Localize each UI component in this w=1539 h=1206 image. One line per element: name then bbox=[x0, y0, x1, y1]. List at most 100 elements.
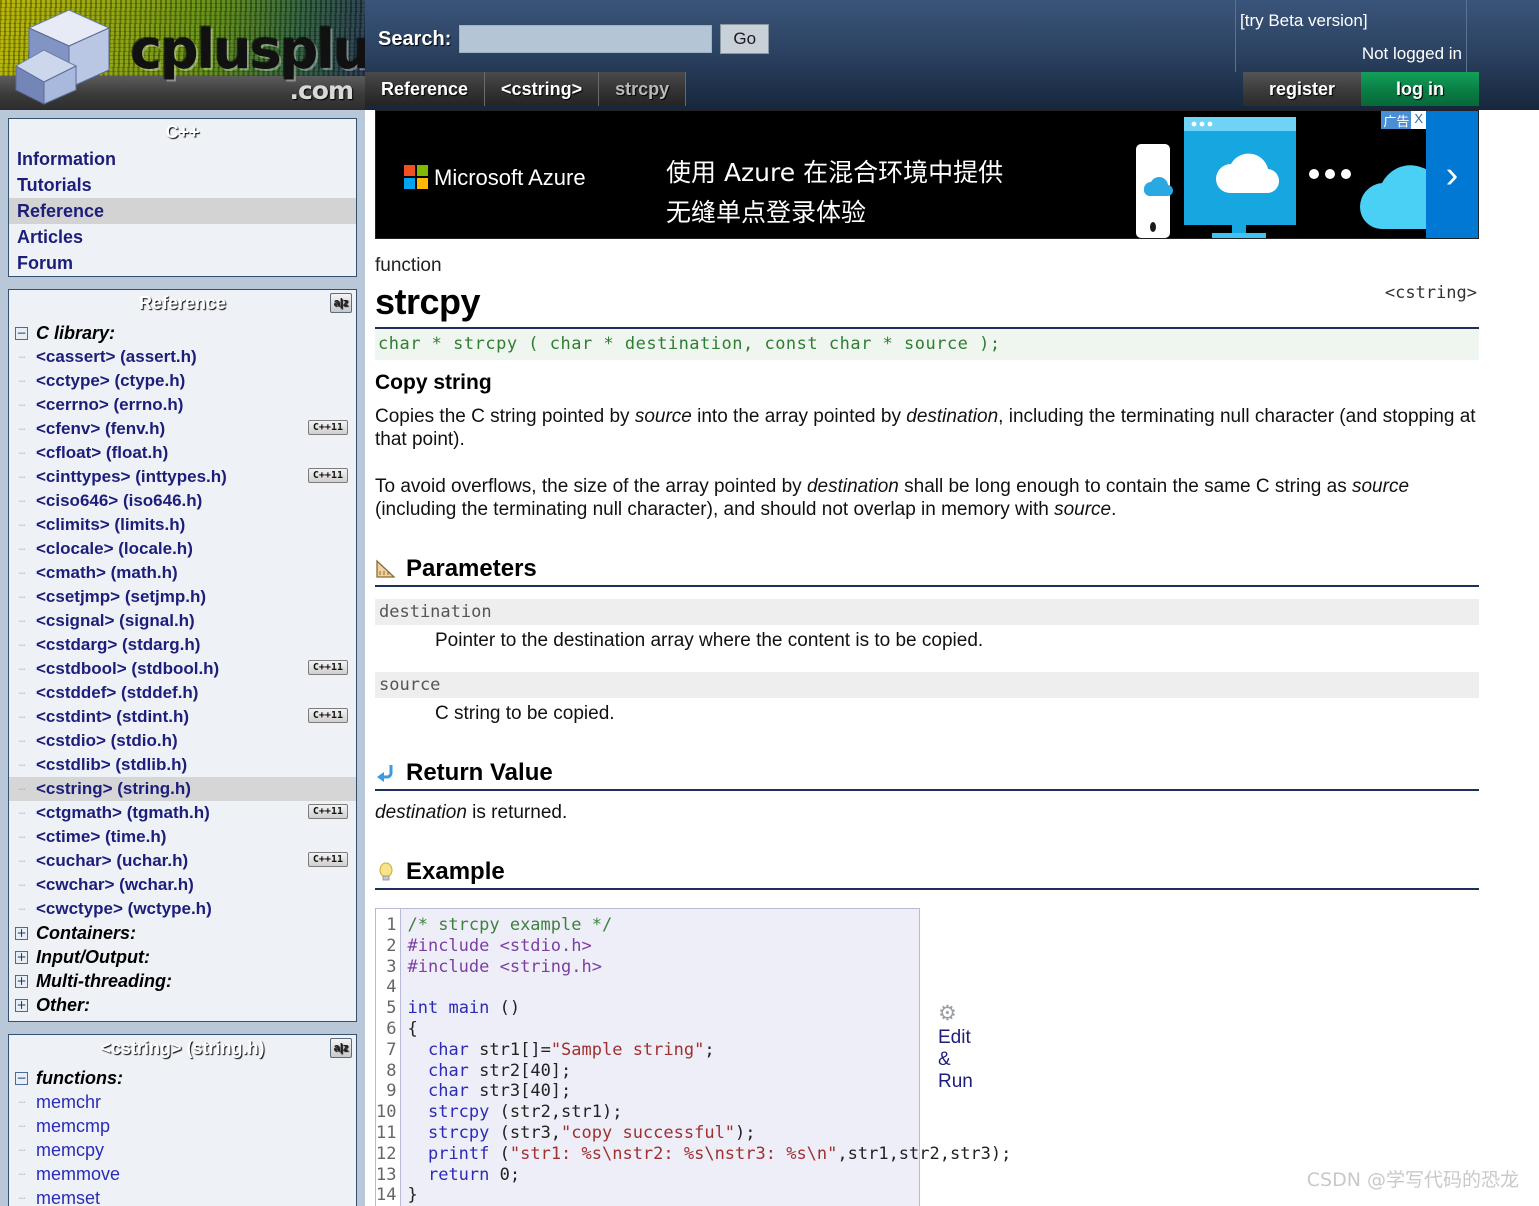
sidebar-item-information[interactable]: Information bbox=[9, 146, 356, 172]
breadcrumb-item-reference[interactable]: Reference bbox=[365, 72, 486, 106]
main-content: Microsoft Azure 使用 Azure 在混合环境中提供无缝单点登录体… bbox=[365, 110, 1539, 1206]
tree-item-function-memset[interactable]: ┈ memset bbox=[9, 1186, 356, 1206]
tree-item-header-14[interactable]: ┈ <cstddef> (stddef.h) bbox=[9, 681, 356, 705]
expand-icon[interactable]: + bbox=[15, 926, 28, 940]
sidebar-item-reference[interactable]: Reference bbox=[9, 198, 356, 224]
tree-item-header-7[interactable]: ┈ <climits> (limits.h) bbox=[9, 513, 356, 537]
beta-version-link[interactable]: [try Beta version] bbox=[1240, 11, 1368, 31]
tree-item-header-21[interactable]: ┈ <cuchar> (uchar.h) C++11 bbox=[9, 849, 356, 873]
code-example-block[interactable]: 1 2 3 4 5 6 7 8 9 10 11 12 13 14 /* strcpy example */… bbox=[375, 908, 1011, 1206]
tree-item-header-22[interactable]: ┈ <cwchar> (wchar.h) bbox=[9, 873, 356, 897]
tree-item-header-6[interactable]: ┈ <ciso646> (iso646.h) bbox=[9, 489, 356, 513]
cpp-nav-panel: C++ Information Tutorials Reference Arti… bbox=[8, 118, 357, 277]
breadcrumb-item-strcpy[interactable]: strcpy bbox=[599, 72, 687, 106]
tree-item-header-23[interactable]: ┈ <cwctype> (wctype.h) bbox=[9, 897, 356, 921]
edit-run-line-2: & bbox=[938, 1049, 951, 1070]
tree-group-inputoutput[interactable]: + Input/Output: bbox=[9, 945, 356, 969]
tree-item-header-12[interactable]: ┈ <cstdarg> (stdarg.h) bbox=[9, 633, 356, 657]
parameters-divider bbox=[375, 585, 1479, 587]
tree-item-function-memcmp[interactable]: ┈ memcmp bbox=[9, 1114, 356, 1138]
tree-item-header-19[interactable]: ┈ <ctgmath> (tgmath.h) C++11 bbox=[9, 801, 356, 825]
search-go-button[interactable]: Go bbox=[720, 24, 770, 54]
ad-badge-row: 广告 X bbox=[1381, 111, 1426, 130]
example-divider bbox=[375, 888, 1479, 890]
site-header: cplusplus .com Search: Go Reference <cst… bbox=[0, 0, 1539, 110]
breadcrumb-item-cstring[interactable]: <cstring> bbox=[485, 72, 600, 106]
code-line-number: 12 bbox=[376, 1143, 397, 1164]
cstring-panel: <cstring> (string.h) a|z − functions: ┈ … bbox=[8, 1034, 357, 1206]
register-button[interactable]: register bbox=[1243, 72, 1361, 106]
ad-copy-text: 使用 Azure 在混合环境中提供无缝单点登录体验 bbox=[666, 158, 1004, 227]
ad-next-arrow-icon[interactable]: › bbox=[1426, 111, 1478, 238]
tree-item-label: memset bbox=[36, 1187, 101, 1206]
sidebar-item-forum[interactable]: Forum bbox=[9, 250, 356, 276]
tree-item-label: <cctype> (ctype.h) bbox=[36, 371, 186, 390]
tree-item-header-20[interactable]: ┈ <ctime> (time.h) bbox=[9, 825, 356, 849]
tree-item-header-4[interactable]: ┈ <cfloat> (float.h) bbox=[9, 441, 356, 465]
search-label: Search: bbox=[378, 27, 452, 50]
expand-icon[interactable]: + bbox=[15, 974, 28, 988]
lightbulb-icon bbox=[379, 862, 393, 881]
entity-kind-label: function bbox=[375, 255, 442, 276]
edit-and-run-button[interactable]: ⚙ Edit & Run bbox=[938, 908, 996, 1206]
gear-icon: ⚙ bbox=[938, 1002, 957, 1025]
tree-item-header-18[interactable]: ┈ <cstring> (string.h) bbox=[9, 777, 356, 801]
tree-item-header-8[interactable]: ┈ <clocale> (locale.h) bbox=[9, 537, 356, 561]
tree-item-label: memmove bbox=[36, 1163, 121, 1184]
alphabetical-index-icon[interactable]: a|z bbox=[330, 293, 352, 313]
expand-icon[interactable]: + bbox=[15, 998, 28, 1012]
code-source[interactable]: /* strcpy example */#include <stdio.h> #i… bbox=[400, 909, 1015, 1206]
sidebar-item-tutorials[interactable]: Tutorials bbox=[9, 172, 356, 198]
advertisement-banner[interactable]: Microsoft Azure 使用 Azure 在混合环境中提供无缝单点登录体… bbox=[375, 110, 1479, 239]
tree-group-c-library[interactable]: − C library: bbox=[9, 321, 356, 345]
sidebar-item-articles[interactable]: Articles bbox=[9, 224, 356, 250]
alphabetical-index-icon-cstring[interactable]: a|z bbox=[330, 1038, 352, 1058]
collapse-icon[interactable]: − bbox=[15, 1071, 28, 1085]
tree-item-label: memchr bbox=[36, 1091, 102, 1112]
tree-item-label: <clocale> (locale.h) bbox=[36, 539, 193, 558]
tree-group-multithreading[interactable]: + Multi-threading: bbox=[9, 969, 356, 993]
tree-group-functions[interactable]: − functions: bbox=[9, 1066, 356, 1090]
tree-group-containers[interactable]: + Containers: bbox=[9, 921, 356, 945]
tree-item-header-2[interactable]: ┈ <cerrno> (errno.h) bbox=[9, 393, 356, 417]
ad-close-icon[interactable]: X bbox=[1411, 111, 1426, 129]
tree-item-label: <cstdarg> (stdarg.h) bbox=[36, 635, 201, 654]
tree-branch-icon: ┈ bbox=[18, 783, 26, 796]
tree-item-header-1[interactable]: ┈ <cctype> (ctype.h) bbox=[9, 369, 356, 393]
return-value-heading-text: Return Value bbox=[406, 759, 553, 786]
tree-item-header-3[interactable]: ┈ <cfenv> (fenv.h) C++11 bbox=[9, 417, 356, 441]
tree-item-header-5[interactable]: ┈ <cinttypes> (inttypes.h) C++11 bbox=[9, 465, 356, 489]
tree-item-header-17[interactable]: ┈ <cstdlib> (stdlib.h) bbox=[9, 753, 356, 777]
tree-item-label: <cmath> (math.h) bbox=[36, 563, 178, 582]
tree-branch-icon: ┈ bbox=[18, 567, 26, 580]
tree-item-header-0[interactable]: ┈ <cassert> (assert.h) bbox=[9, 345, 356, 369]
tree-item-header-13[interactable]: ┈ <cstdbool> (stdbool.h) C++11 bbox=[9, 657, 356, 681]
tree-item-header-10[interactable]: ┈ <csetjmp> (setjmp.h) bbox=[9, 585, 356, 609]
tree-group-other[interactable]: + Other: bbox=[9, 993, 356, 1017]
tree-item-function-memcpy[interactable]: ┈ memcpy bbox=[9, 1138, 356, 1162]
tree-group-label: functions: bbox=[36, 1067, 123, 1088]
code-line: #include <stdio.h> bbox=[407, 935, 592, 956]
tree-item-header-9[interactable]: ┈ <cmath> (math.h) bbox=[9, 561, 356, 585]
tree-branch-icon: ┈ bbox=[18, 831, 26, 844]
collapse-icon[interactable]: − bbox=[15, 326, 28, 340]
search-input[interactable] bbox=[459, 25, 713, 53]
site-logo[interactable]: cplusplus .com bbox=[0, 0, 365, 110]
tree-item-header-16[interactable]: ┈ <cstdio> (stdio.h) bbox=[9, 729, 356, 753]
code-line-number: 7 bbox=[386, 1039, 397, 1060]
reference-panel: Reference a|z − C library: ┈ <cassert> (… bbox=[8, 289, 357, 1022]
tree-item-function-memchr[interactable]: ┈ memchr bbox=[9, 1090, 356, 1114]
description-paragraph-1: Copies the C string pointed by source in… bbox=[375, 406, 1476, 450]
code-line-number: 8 bbox=[386, 1060, 397, 1081]
tree-item-label: <ctime> (time.h) bbox=[36, 827, 167, 846]
code-line: strcpy (str3,"copy successful"); bbox=[427, 1122, 756, 1143]
tree-item-header-11[interactable]: ┈ <csignal> (signal.h) bbox=[9, 609, 356, 633]
code-line: return 0; bbox=[427, 1164, 521, 1185]
tree-item-function-memmove[interactable]: ┈ memmove bbox=[9, 1162, 356, 1186]
tree-item-header-15[interactable]: ┈ <cstdint> (stdint.h) C++11 bbox=[9, 705, 356, 729]
tree-branch-icon: ┈ bbox=[18, 687, 26, 700]
expand-icon[interactable]: + bbox=[15, 950, 28, 964]
code-line: /* strcpy example */ bbox=[407, 915, 613, 935]
return-value-divider bbox=[375, 789, 1479, 791]
login-button[interactable]: log in bbox=[1361, 72, 1479, 106]
